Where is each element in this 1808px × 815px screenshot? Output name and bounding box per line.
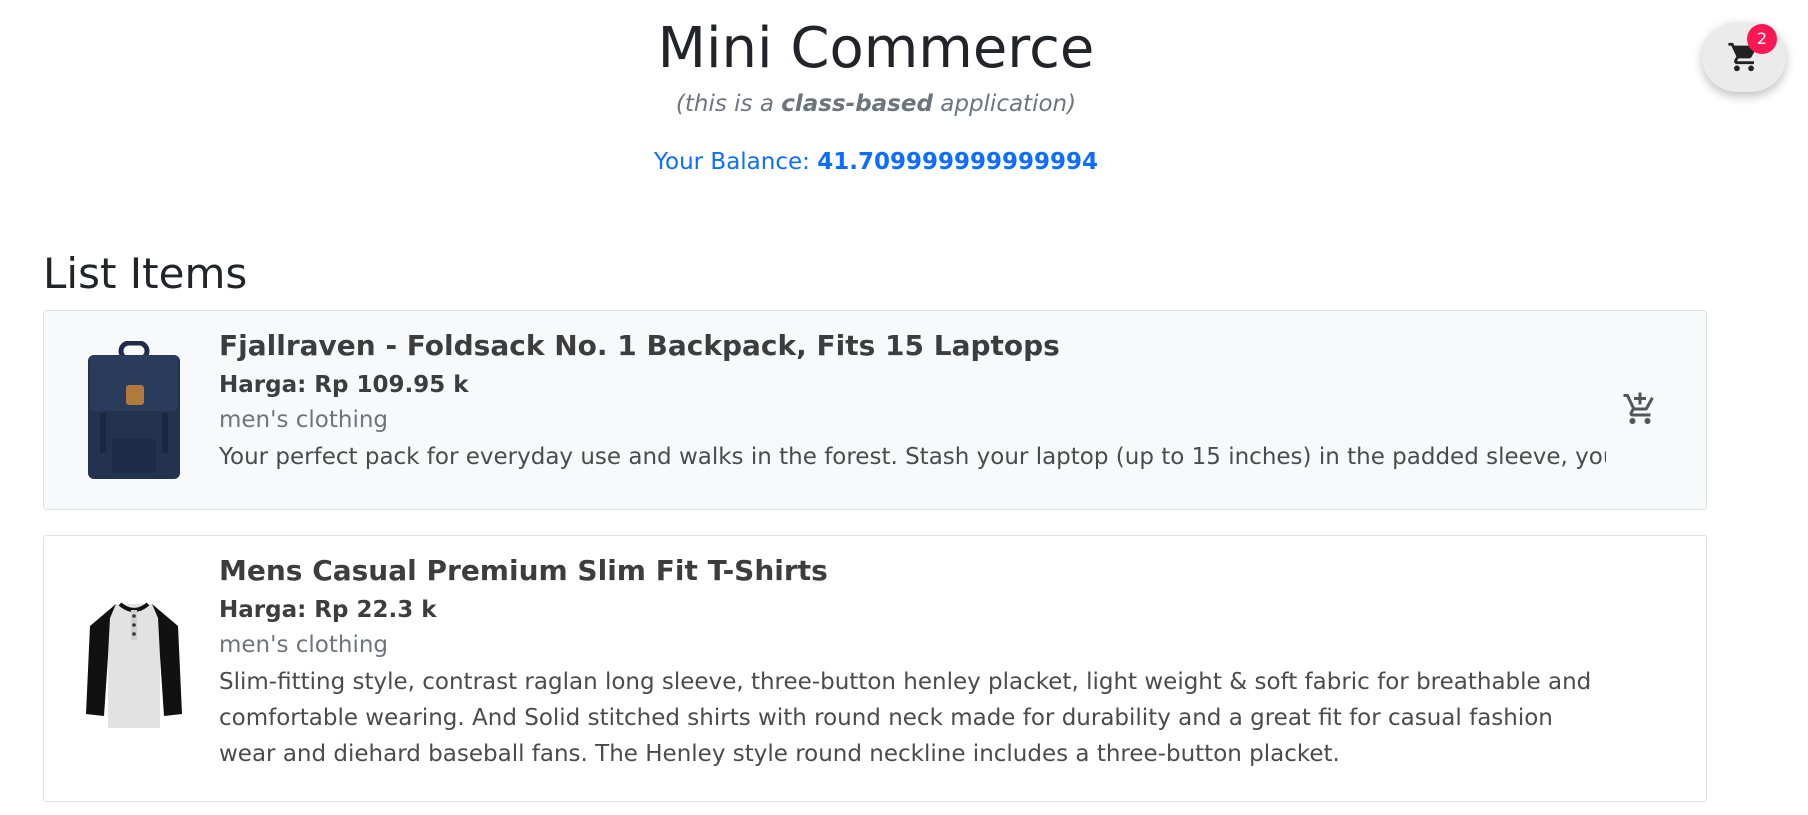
item-price: Harga: Rp 22.3 k [219, 597, 437, 623]
item-title: Fjallraven - Foldsack No. 1 Backpack, Fi… [219, 329, 1060, 362]
backpack-product-image [88, 341, 180, 479]
list-item[interactable]: Fjallraven - Foldsack No. 1 Backpack, Fi… [43, 310, 1707, 510]
add-to-cart-button[interactable] [1620, 389, 1660, 429]
section-title: List Items [43, 249, 248, 298]
item-category: men's clothing [219, 632, 389, 658]
item-description: Your perfect pack for everyday use and w… [219, 444, 1606, 470]
item-details: Mens Casual Premium Slim Fit T-Shirts Ha… [219, 554, 1606, 772]
balance-label: Your Balance: [654, 149, 818, 175]
item-description: Slim-fitting style, contrast raglan long… [219, 669, 1592, 767]
page: Mini Commerce (this is a class-based app… [0, 0, 1808, 815]
subtitle-prefix: (this is a [675, 91, 782, 117]
balance-value: 41.709999999999994 [817, 149, 1098, 175]
balance: Your Balance: 41.709999999999994 [0, 148, 1752, 176]
item-category: men's clothing [219, 407, 389, 433]
page-header: Mini Commerce (this is a class-based app… [0, 0, 1752, 176]
tshirt-product-image [86, 602, 182, 728]
page-title: Mini Commerce [657, 16, 1095, 81]
subtitle-suffix: application) [932, 91, 1077, 117]
list-item[interactable]: Mens Casual Premium Slim Fit T-Shirts Ha… [43, 535, 1707, 802]
add-to-cart-icon [1623, 392, 1654, 424]
item-details: Fjallraven - Foldsack No. 1 Backpack, Fi… [219, 329, 1606, 475]
subtitle-bold: class-based [781, 91, 933, 117]
page-subtitle: (this is a class-based application) [0, 90, 1752, 118]
cart-count-badge: 2 [1747, 24, 1777, 54]
item-title: Mens Casual Premium Slim Fit T-Shirts [219, 554, 828, 587]
item-price: Harga: Rp 109.95 k [219, 372, 469, 398]
